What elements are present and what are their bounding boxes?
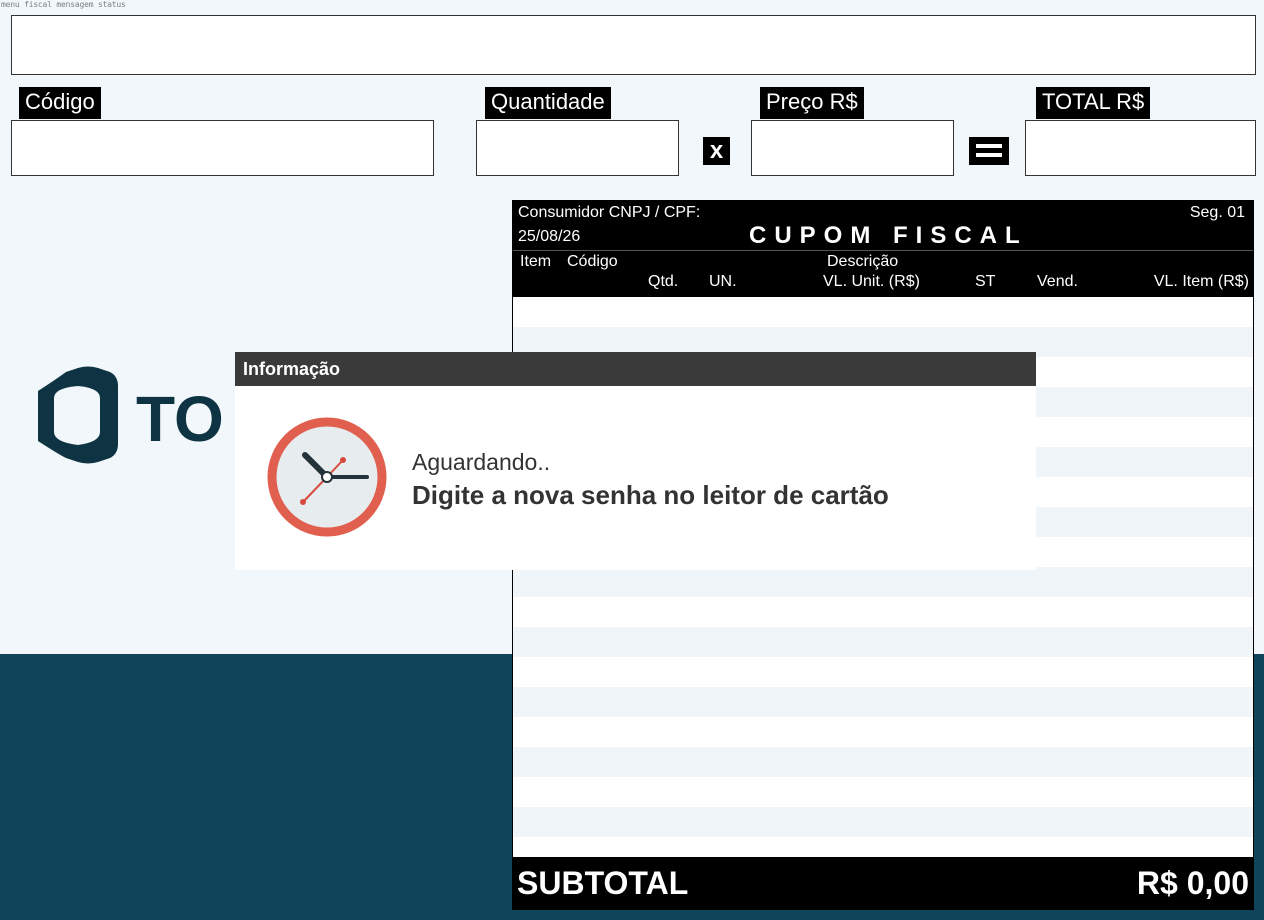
dialog-message: Digite a nova senha no leitor de cartão — [412, 480, 889, 510]
header-divider — [513, 250, 1253, 251]
col-codigo: Código — [567, 253, 618, 270]
col-item: Item — [520, 253, 552, 270]
item-row — [513, 777, 1253, 807]
col-vend: Vend. — [1037, 273, 1078, 290]
item-row — [513, 627, 1253, 657]
subtotal-bar: SUBTOTAL R$ 0,00 — [513, 857, 1253, 909]
multiply-icon: x — [703, 137, 730, 165]
col-descricao: Descrição — [827, 253, 899, 270]
item-row — [513, 747, 1253, 777]
codigo-field[interactable] — [11, 120, 434, 176]
product-search-input[interactable] — [11, 15, 1256, 75]
total-field[interactable] — [1025, 120, 1256, 176]
top-caption: menu fiscal mensagem status — [1, 0, 126, 9]
col-vl-item: VL. Item (R$) — [1153, 273, 1249, 290]
subtotal-label: SUBTOTAL — [517, 865, 689, 901]
coupon-date: 25/08/26 — [518, 228, 581, 245]
item-row — [513, 297, 1253, 327]
quantidade-label: Quantidade — [485, 87, 611, 119]
subtotal-value: R$ 0,00 — [1136, 865, 1249, 901]
item-row — [513, 597, 1253, 627]
item-row — [513, 567, 1253, 597]
equals-icon — [969, 137, 1009, 165]
col-vl-unit: VL. Unit. (R$) — [823, 273, 920, 290]
clock-icon — [265, 415, 389, 539]
item-row — [513, 657, 1253, 687]
col-qtd: Qtd. — [648, 273, 679, 290]
seg-label: Seg. 01 — [1189, 204, 1245, 221]
total-label: TOTAL R$ — [1036, 87, 1151, 119]
dialog-status: Aguardando.. — [412, 449, 551, 475]
codigo-label: Código — [19, 87, 101, 119]
item-row — [513, 717, 1253, 747]
quantidade-field[interactable] — [476, 120, 679, 176]
logo-text: TO — [136, 383, 224, 455]
coupon-header: Consumidor CNPJ / CPF: 25/08/26 CUPOM FI… — [513, 201, 1253, 297]
preco-label: Preço R$ — [760, 87, 864, 119]
item-row — [513, 687, 1253, 717]
item-row — [513, 807, 1253, 837]
col-un: UN. — [709, 273, 737, 290]
info-dialog: Informação Aguardando.. Digite a nova se… — [235, 352, 1036, 570]
col-st: ST — [975, 273, 996, 290]
dialog-title: Informação — [235, 352, 1036, 386]
consumer-label: Consumidor CNPJ / CPF: — [518, 204, 701, 221]
coupon-title: CUPOM FISCAL — [749, 222, 1028, 249]
preco-field[interactable] — [751, 120, 954, 176]
